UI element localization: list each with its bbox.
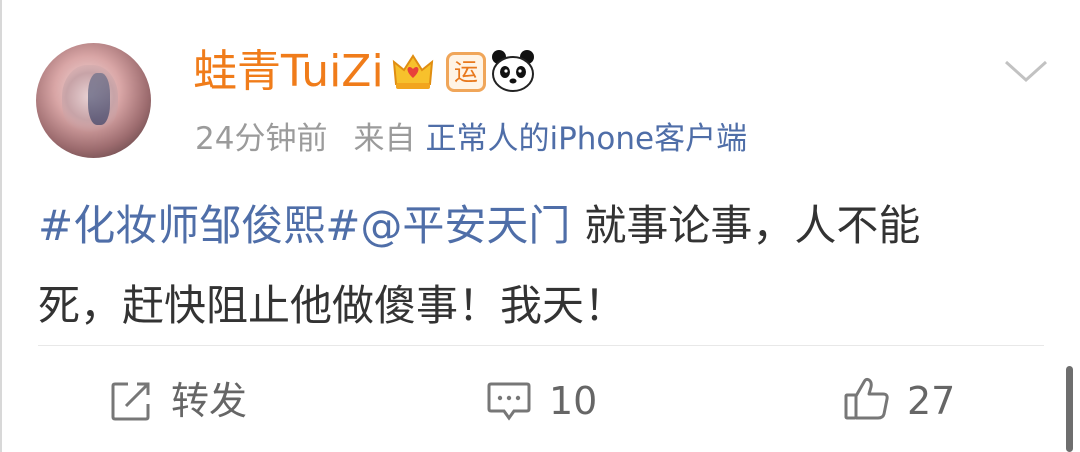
window-edge: [0, 0, 2, 452]
avatar[interactable]: [36, 43, 151, 158]
repost-button[interactable]: 转发: [171, 376, 247, 426]
username[interactable]: 蛙青TuiZi: [193, 42, 384, 102]
mention-link[interactable]: @平安天门: [360, 201, 570, 250]
like-button[interactable]: 27: [907, 376, 955, 426]
source-prefix: 来自: [353, 121, 416, 157]
repost-icon[interactable]: [109, 379, 153, 423]
topic-link[interactable]: #化妆师邹俊熙#: [38, 201, 360, 250]
chevron-down-icon[interactable]: [1003, 58, 1049, 84]
avatar-subject-detail: [88, 73, 110, 125]
divider: [38, 345, 1044, 346]
source-link[interactable]: 正常人的iPhone客户端: [425, 121, 747, 157]
panda-icon[interactable]: [490, 48, 536, 94]
post-time: 24分钟前: [195, 121, 328, 157]
crown-icon[interactable]: [391, 50, 435, 94]
comment-button[interactable]: 10: [549, 376, 597, 426]
scrollbar[interactable]: [1066, 366, 1073, 452]
post-meta: 24分钟前 来自 正常人的iPhone客户端: [195, 116, 747, 162]
comment-icon[interactable]: [486, 379, 532, 423]
post-text-line1: 就事论事，人不能: [584, 201, 921, 250]
yun-badge-icon[interactable]: 运: [446, 52, 486, 92]
post-content: #化妆师邹俊熙#@平安天门 就事论事，人不能 死，赶快阻止他做傻事！我天！: [38, 186, 1048, 346]
thumbs-up-icon[interactable]: [843, 374, 891, 422]
post-text-line2: 死，赶快阻止他做傻事！我天！: [38, 281, 627, 330]
